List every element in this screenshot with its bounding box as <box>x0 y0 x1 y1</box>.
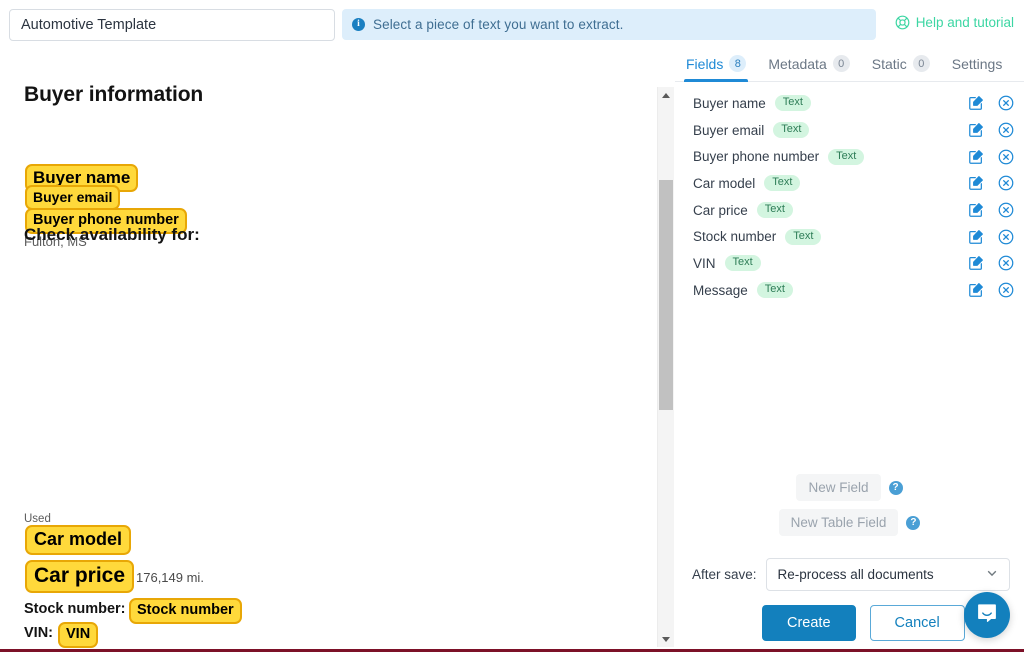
edit-field-icon[interactable] <box>966 147 986 167</box>
chevron-up-icon <box>662 93 670 98</box>
tab-static[interactable]: Static 0 <box>861 55 941 81</box>
field-name-label: VIN <box>693 256 716 271</box>
delete-field-icon[interactable] <box>996 253 1016 273</box>
delete-field-icon[interactable] <box>996 173 1016 193</box>
field-type-badge: Text <box>828 149 864 165</box>
tab-label: Static <box>872 56 907 72</box>
document-mileage: 176,149 mi. <box>136 570 204 585</box>
document-subheading: Check availability for: <box>24 225 200 245</box>
tab-label: Settings <box>952 56 1003 72</box>
after-save-label: After save: <box>692 567 757 582</box>
annotation-vin[interactable]: VIN <box>58 622 98 648</box>
new-field-button[interactable]: New Field <box>796 474 880 501</box>
field-name-label: Car model <box>693 176 755 191</box>
scroll-up-button[interactable] <box>658 87 674 103</box>
new-field-row: New Field ? <box>675 474 1024 501</box>
new-field-controls: New Field ? New Table Field ? <box>675 474 1024 544</box>
field-type-badge: Text <box>757 282 793 298</box>
delete-field-icon[interactable] <box>996 280 1016 300</box>
new-field-help-icon[interactable]: ? <box>889 481 903 495</box>
template-name-input[interactable] <box>9 9 335 41</box>
after-save-row: After save: Re-process all documents <box>675 558 1024 591</box>
field-type-badge: Text <box>725 255 761 271</box>
delete-field-icon[interactable] <box>996 120 1016 140</box>
fields-panel: Fields 8 Metadata 0 Static 0 Settings Buyer na… <box>675 46 1024 649</box>
field-row[interactable]: Car price Text <box>675 197 1024 224</box>
edit-field-icon[interactable] <box>966 280 986 300</box>
top-bar: i Select a piece of text you want to ext… <box>0 0 1024 46</box>
field-row[interactable]: Buyer phone number Text <box>675 143 1024 170</box>
hint-banner: i Select a piece of text you want to ext… <box>342 9 876 40</box>
document-stock-label: Stock number: <box>24 601 126 617</box>
field-type-badge: Text <box>785 229 821 245</box>
annotation-car-model[interactable]: Car model <box>25 525 131 555</box>
field-row[interactable]: Message Text <box>675 277 1024 304</box>
field-name-label: Buyer name <box>693 96 766 111</box>
chevron-down-icon <box>986 566 998 584</box>
field-type-badge: Text <box>764 175 800 191</box>
tab-settings[interactable]: Settings <box>941 56 1014 81</box>
tab-count-badge: 0 <box>833 55 850 72</box>
tab-count-badge: 8 <box>729 55 746 72</box>
fields-list: Buyer nameTextBuyer emailTextBuyer phone… <box>675 90 1024 304</box>
document-scrollbar[interactable] <box>657 87 674 647</box>
new-table-field-help-icon[interactable]: ? <box>906 516 920 530</box>
after-save-value: Re-process all documents <box>778 567 986 582</box>
field-row[interactable]: Buyer email Text <box>675 117 1024 144</box>
field-name-label: Message <box>693 283 748 298</box>
cancel-button[interactable]: Cancel <box>870 605 965 641</box>
document-preview-panel: Buyer information Buyer name Buyer email… <box>0 46 658 649</box>
tab-metadata[interactable]: Metadata 0 <box>757 55 860 81</box>
annotation-car-price[interactable]: Car price <box>25 560 134 593</box>
document-vin-label: VIN: <box>24 625 53 641</box>
field-row[interactable]: Stock number Text <box>675 223 1024 250</box>
scroll-down-button[interactable] <box>658 631 674 647</box>
field-name-label: Car price <box>693 203 748 218</box>
edit-field-icon[interactable] <box>966 93 986 113</box>
hint-banner-text: Select a piece of text you want to extra… <box>373 17 623 32</box>
edit-field-icon[interactable] <box>966 120 986 140</box>
create-button[interactable]: Create <box>762 605 856 641</box>
field-name-label: Buyer phone number <box>693 149 819 164</box>
delete-field-icon[interactable] <box>996 227 1016 247</box>
after-save-select[interactable]: Re-process all documents <box>766 558 1010 591</box>
new-table-field-row: New Table Field ? <box>675 509 1024 536</box>
field-row[interactable]: Car model Text <box>675 170 1024 197</box>
delete-field-icon[interactable] <box>996 93 1016 113</box>
field-type-badge: Text <box>757 202 793 218</box>
field-name-label: Buyer email <box>693 123 764 138</box>
chat-launcher-button[interactable] <box>964 592 1010 638</box>
field-name-label: Stock number <box>693 229 776 244</box>
app-root: i Select a piece of text you want to ext… <box>0 0 1024 652</box>
tab-label: Fields <box>686 56 723 72</box>
help-and-tutorial-link[interactable]: Help and tutorial <box>895 15 1014 30</box>
delete-field-icon[interactable] <box>996 147 1016 167</box>
info-icon: i <box>352 18 365 31</box>
document-condition: Used <box>24 513 51 525</box>
tab-label: Metadata <box>768 56 826 72</box>
tab-count-badge: 0 <box>913 55 930 72</box>
delete-field-icon[interactable] <box>996 200 1016 220</box>
field-row[interactable]: Buyer name Text <box>675 90 1024 117</box>
document-heading: Buyer information <box>24 83 203 107</box>
edit-field-icon[interactable] <box>966 253 986 273</box>
lifebuoy-icon <box>895 15 910 30</box>
tab-fields[interactable]: Fields 8 <box>675 55 757 81</box>
field-row[interactable]: VIN Text <box>675 250 1024 277</box>
field-type-badge: Text <box>775 95 811 111</box>
chat-bubble-icon <box>976 602 998 629</box>
help-and-tutorial-label: Help and tutorial <box>916 15 1014 30</box>
edit-field-icon[interactable] <box>966 227 986 247</box>
new-table-field-button[interactable]: New Table Field <box>779 509 899 536</box>
scrollbar-thumb[interactable] <box>659 180 673 410</box>
chevron-down-icon <box>662 637 670 642</box>
annotation-buyer-email[interactable]: Buyer email <box>25 185 120 210</box>
edit-field-icon[interactable] <box>966 200 986 220</box>
field-type-badge: Text <box>773 122 809 138</box>
edit-field-icon[interactable] <box>966 173 986 193</box>
annotation-stock-number[interactable]: Stock number <box>129 598 242 624</box>
panel-tabs: Fields 8 Metadata 0 Static 0 Settings <box>675 46 1024 82</box>
